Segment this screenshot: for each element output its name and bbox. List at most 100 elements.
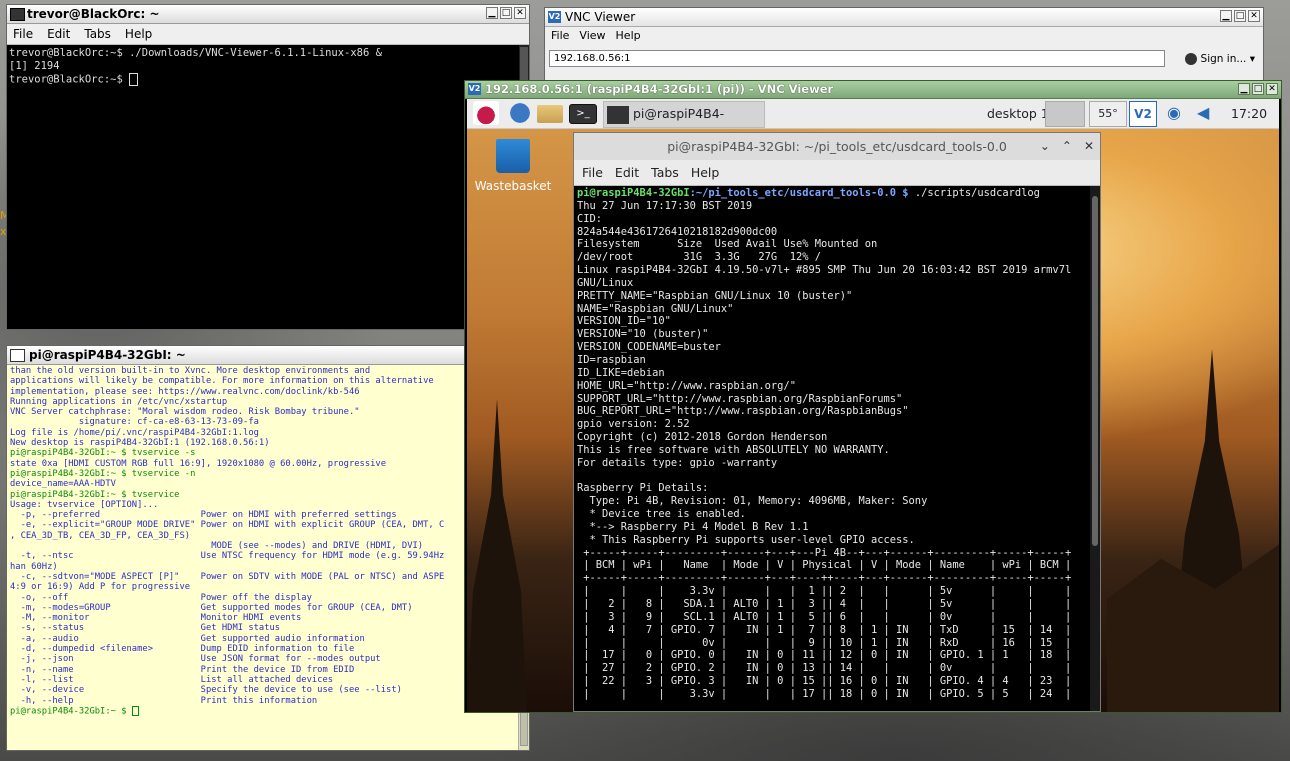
- menu-view[interactable]: View: [579, 29, 605, 42]
- scrollbar-thumb[interactable]: [1092, 196, 1098, 546]
- browser-icon[interactable]: [507, 101, 533, 125]
- terminal-output[interactable]: pi@raspiP4B4-32GbI:~/pi_tools_etc/usdcar…: [574, 186, 1100, 711]
- desktop-switcher[interactable]: desktop 1: [987, 106, 1049, 121]
- terminal-launcher-icon[interactable]: >_: [569, 104, 597, 124]
- terminal-line: This is free software with ABSOLUTELY NO…: [577, 443, 890, 456]
- terminal-line: Type: Pi 4B, Revision: 01, Memory: 4096M…: [577, 495, 928, 508]
- remote-desktop[interactable]: >_ pi@raspiP4B4-32Gb... desktop 1 55° V2…: [467, 99, 1279, 712]
- terminal-line: PRETTY_NAME="Raspbian GNU/Linux 10 (bust…: [577, 289, 853, 302]
- minimize-button[interactable]: ▁: [1220, 10, 1232, 22]
- terminal-line: applications will likely be compatible. …: [10, 376, 434, 387]
- command-text: ./scripts/usdcardlog: [908, 187, 1040, 199]
- chevron-up-icon[interactable]: ⌃: [1062, 133, 1072, 160]
- file-manager-icon[interactable]: [537, 105, 563, 123]
- terminal-line: signature: cf-ca-e8-63-13-73-09-fa: [10, 417, 259, 428]
- terminal-line: pi@raspiP4B4-32GbI:~ $ tvservice -n: [10, 468, 196, 479]
- terminal-line: | BCM | wPi | Name | Mode | V | Physical…: [577, 559, 1072, 572]
- menu-file[interactable]: File: [13, 27, 33, 41]
- terminal-icon: [10, 8, 25, 21]
- terminal-line: pi@raspiP4B4-32GbI:~ $ tvservice -s: [10, 448, 196, 459]
- menu-help[interactable]: Help: [616, 29, 641, 42]
- terminal-line: *--> Raspberry Pi 4 Model B Rev 1.1: [577, 520, 809, 533]
- terminal-line: Filesystem Size Used Avail Use% Mounted …: [577, 238, 878, 251]
- title-bar[interactable]: V2 192.168.0.56:1 (raspiP4B4-32GbI:1 (pi…: [465, 81, 1281, 99]
- window-title: pi@raspiP4B4-32GbI: ~: [29, 348, 186, 362]
- terminal-line: Log file is /home/pi/.vnc/raspiP4B4-32Gb…: [10, 427, 259, 438]
- terminal-line: -o, --off Power off the display: [10, 592, 312, 603]
- menu-help[interactable]: Help: [125, 27, 152, 41]
- terminal-line: | | | 3.3v | | | 17 || 18 | 0 | IN | GPI…: [577, 687, 1072, 700]
- maximize-button[interactable]: □: [500, 7, 512, 19]
- sign-in-button[interactable]: Sign in... ▾: [1184, 53, 1255, 65]
- vnc-session-window[interactable]: V2 192.168.0.56:1 (raspiP4B4-32GbI:1 (pi…: [464, 80, 1282, 713]
- prompt-user: pi@raspiP4B4-32GbI: [577, 187, 690, 199]
- sign-in-label: Sign in...: [1200, 53, 1247, 65]
- wastebasket-desktop-icon[interactable]: Wastebasket: [473, 139, 553, 193]
- menu-file[interactable]: File: [582, 165, 603, 180]
- pi-terminal-window[interactable]: pi@raspiP4B4-32GbI: ~ ▁ □ ✕ than the old…: [6, 345, 530, 751]
- terminal-line: CID:: [577, 212, 603, 225]
- chevron-down-icon[interactable]: ⌄: [1040, 133, 1050, 160]
- menu-edit[interactable]: Edit: [47, 27, 70, 41]
- clock[interactable]: 17:20: [1231, 106, 1267, 121]
- title-bar[interactable]: V2 VNC Viewer ▁ □ ✕: [545, 8, 1263, 27]
- terminal-line: VERSION="10 (buster)": [577, 328, 709, 341]
- vnc-server-icon[interactable]: V2: [1129, 101, 1157, 127]
- terminal-line: 4:9 or 16:9) Add P for progressive: [10, 582, 191, 593]
- maximize-button[interactable]: □: [1234, 10, 1246, 22]
- raspberry-menu-icon[interactable]: [473, 101, 499, 125]
- close-icon[interactable]: ✕: [1084, 133, 1094, 160]
- menu-file[interactable]: File: [551, 29, 569, 42]
- terminal-line: -l, --list List all attached devices: [10, 674, 334, 685]
- terminal-line: +-----+-----+---------+------+---+----++…: [577, 572, 1072, 585]
- volume-icon[interactable]: ◀: [1197, 103, 1209, 122]
- terminal-line: HOME_URL="http://www.raspbian.org/": [577, 379, 796, 392]
- title-bar[interactable]: trevor@BlackOrc: ~ ▁ □ ✕: [7, 5, 529, 24]
- terminal-line: Linux raspiP4B4-32GbI 4.19.50-v7l+ #895 …: [577, 264, 1072, 277]
- terminal-line: | 17 | 0 | GPIO. 0 | IN | 0 | 11 || 12 |…: [577, 649, 1072, 662]
- trash-icon: [496, 139, 530, 173]
- window-title: VNC Viewer: [565, 10, 636, 24]
- menu-help[interactable]: Help: [691, 165, 720, 180]
- menu-bar: File View Help: [545, 27, 1263, 44]
- terminal-line: -v, --device Specify the device to use (…: [10, 685, 402, 696]
- menu-tabs[interactable]: Tabs: [651, 165, 679, 180]
- minimize-button[interactable]: ▁: [486, 7, 498, 19]
- terminal-icon: [10, 349, 25, 362]
- terminal-line: -m, --modes=GROUP Get supported modes fo…: [10, 602, 413, 613]
- terminal-line: device_name=AAA-HDTV: [10, 479, 116, 490]
- address-input[interactable]: 192.168.0.56:1: [549, 50, 1165, 67]
- terminal-line: | 3 | 9 | SCL.1 | ALT0 | 1 | 5 || 6 | | …: [577, 610, 1072, 623]
- taskbar-item[interactable]: pi@raspiP4B4-32Gb...: [603, 101, 765, 145]
- chevron-down-icon: ▾: [1249, 53, 1255, 65]
- maximize-button[interactable]: □: [1252, 83, 1264, 95]
- close-button[interactable]: ✕: [1266, 83, 1278, 95]
- window-title: 192.168.0.56:1 (raspiP4B4-32GbI:1 (pi)) …: [485, 82, 834, 96]
- terminal-line: Usage: tvservice [OPTION]...: [10, 499, 159, 510]
- terminal-line: Copyright (c) 2012-2018 Gordon Henderson: [577, 431, 828, 444]
- close-button[interactable]: ✕: [514, 7, 526, 19]
- desktop-pager[interactable]: [1045, 101, 1085, 127]
- scrollbar[interactable]: [1090, 186, 1100, 711]
- terminal-output[interactable]: than the old version built-in to Xvnc. M…: [7, 365, 529, 752]
- title-bar[interactable]: pi@raspiP4B4-32GbI: ~/pi_tools_etc/usdca…: [574, 133, 1100, 160]
- minimize-button[interactable]: ▁: [1238, 83, 1250, 95]
- terminal-line: VERSION_CODENAME=buster: [577, 341, 721, 354]
- terminal-line: * This Raspberry Pi supports user-level …: [577, 533, 915, 546]
- menu-edit[interactable]: Edit: [615, 165, 639, 180]
- title-bar[interactable]: pi@raspiP4B4-32GbI: ~ ▁ □ ✕: [7, 346, 529, 365]
- terminal-line: trevor@BlackOrc:~$ ./Downloads/VNC-Viewe…: [9, 47, 382, 59]
- terminal-line: GNU/Linux: [577, 276, 634, 289]
- vnc-logo-icon: V2: [468, 83, 481, 95]
- terminal-output[interactable]: trevor@BlackOrc:~$ ./Downloads/VNC-Viewe…: [7, 45, 529, 89]
- wifi-icon[interactable]: ◉: [1167, 103, 1181, 122]
- terminal-line: -a, --audio Get supported audio informat…: [10, 633, 365, 644]
- close-button[interactable]: ✕: [1248, 10, 1260, 22]
- trevor-terminal-window[interactable]: trevor@BlackOrc: ~ ▁ □ ✕ File Edit Tabs …: [6, 4, 530, 330]
- terminal-line: BUG_REPORT_URL="http://www.raspbian.org/…: [577, 405, 909, 418]
- terminal-line: Thu 27 Jun 17:17:30 BST 2019: [577, 199, 753, 212]
- menu-tabs[interactable]: Tabs: [84, 27, 111, 41]
- remote-terminal-window[interactable]: pi@raspiP4B4-32GbI: ~/pi_tools_etc/usdca…: [573, 132, 1101, 712]
- prompt-path: :~/pi_tools_etc/usdcard_tools-0.0 $: [689, 187, 909, 199]
